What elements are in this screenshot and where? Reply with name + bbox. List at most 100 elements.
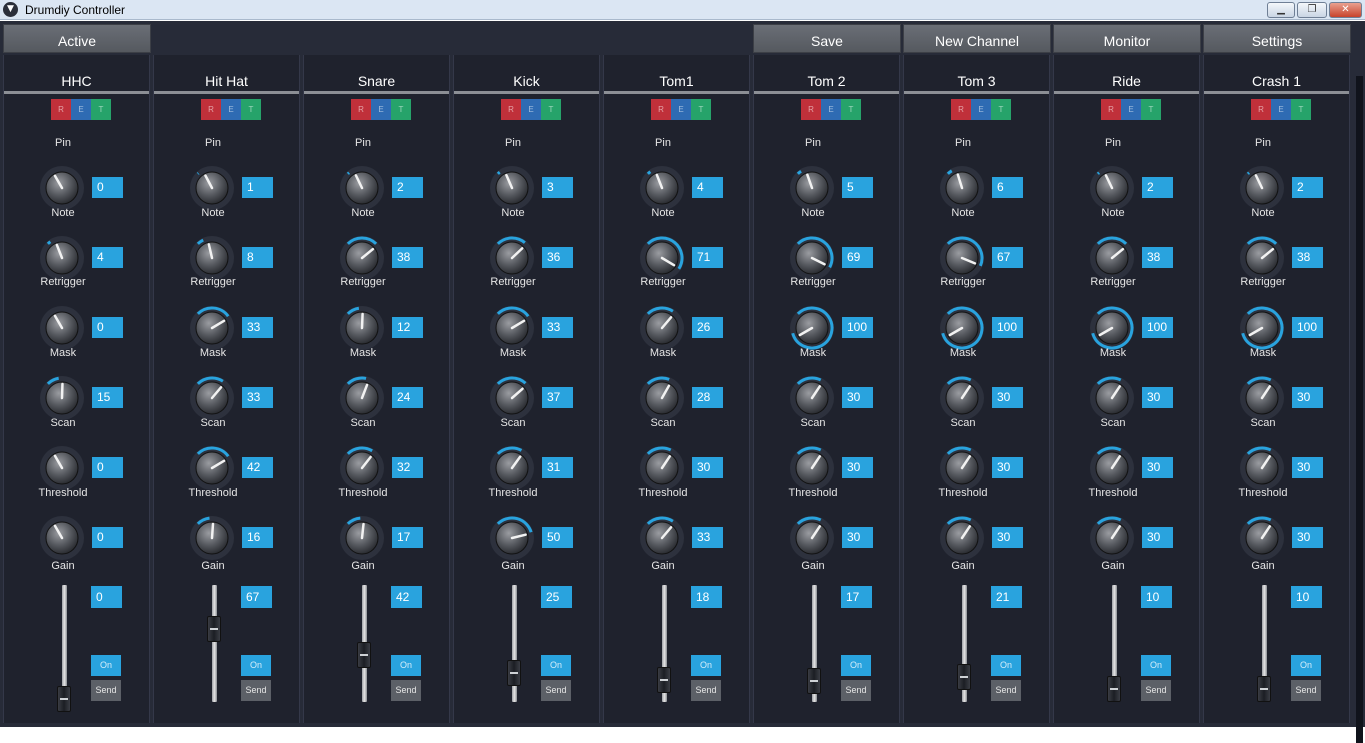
mask-knob[interactable] (939, 375, 985, 421)
threshold-value[interactable]: 17 (392, 527, 423, 548)
mask-value[interactable]: 30 (992, 387, 1023, 408)
threshold-knob[interactable] (639, 515, 685, 561)
note-knob[interactable] (1089, 235, 1135, 281)
on-button[interactable]: On (1141, 655, 1171, 676)
mask-knob[interactable] (1089, 375, 1135, 421)
retrigger-value[interactable]: 0 (92, 317, 123, 338)
note-knob[interactable] (339, 235, 385, 281)
retrigger-value[interactable]: 26 (692, 317, 723, 338)
mask-knob[interactable] (339, 375, 385, 421)
rgb-button-e[interactable]: E (521, 99, 541, 120)
pin-knob[interactable] (639, 165, 685, 211)
note-knob[interactable] (939, 235, 985, 281)
mask-value[interactable]: 33 (242, 387, 273, 408)
rgb-button-e[interactable]: E (671, 99, 691, 120)
threshold-knob[interactable] (1239, 515, 1285, 561)
pin-value[interactable]: 0 (92, 177, 123, 198)
rgb-button-r[interactable]: R (501, 99, 521, 120)
scan-value[interactable]: 30 (992, 457, 1023, 478)
pin-knob[interactable] (1239, 165, 1285, 211)
mask-value[interactable]: 24 (392, 387, 423, 408)
threshold-knob[interactable] (789, 515, 835, 561)
gain-slider-thumb[interactable] (207, 616, 221, 642)
on-button[interactable]: On (1291, 655, 1321, 676)
rgb-button-t[interactable]: T (991, 99, 1011, 120)
send-button[interactable]: Send (841, 680, 871, 701)
rgb-button-t[interactable]: T (691, 99, 711, 120)
on-button[interactable]: On (841, 655, 871, 676)
send-button[interactable]: Send (991, 680, 1021, 701)
scan-knob[interactable] (489, 445, 535, 491)
threshold-value[interactable]: 30 (842, 527, 873, 548)
pin-value[interactable]: 5 (842, 177, 873, 198)
scan-knob[interactable] (789, 445, 835, 491)
rgb-button-t[interactable]: T (91, 99, 111, 120)
pin-value[interactable]: 2 (1142, 177, 1173, 198)
rgb-button-e[interactable]: E (1121, 99, 1141, 120)
pin-knob[interactable] (939, 165, 985, 211)
scan-knob[interactable] (1239, 445, 1285, 491)
new-channel-button[interactable]: New Channel (903, 24, 1051, 53)
scan-value[interactable]: 30 (692, 457, 723, 478)
rgb-button-t[interactable]: T (241, 99, 261, 120)
send-button[interactable]: Send (1141, 680, 1171, 701)
gain-value[interactable]: 25 (541, 586, 572, 608)
rgb-button-t[interactable]: T (1291, 99, 1311, 120)
mask-knob[interactable] (489, 375, 535, 421)
mask-value[interactable]: 30 (842, 387, 873, 408)
retrigger-knob[interactable] (789, 305, 835, 351)
gain-slider-thumb[interactable] (957, 664, 971, 690)
retrigger-knob[interactable] (489, 305, 535, 351)
gain-slider-thumb[interactable] (657, 667, 671, 693)
threshold-knob[interactable] (189, 515, 235, 561)
mask-knob[interactable] (639, 375, 685, 421)
pin-knob[interactable] (39, 165, 85, 211)
threshold-value[interactable]: 30 (1142, 527, 1173, 548)
vertical-scrollbar[interactable] (1356, 76, 1363, 743)
note-value[interactable]: 67 (992, 247, 1023, 268)
rgb-button-t[interactable]: T (541, 99, 561, 120)
gain-slider-thumb[interactable] (1257, 676, 1271, 702)
scan-knob[interactable] (1089, 445, 1135, 491)
rgb-button-e[interactable]: E (71, 99, 91, 120)
retrigger-knob[interactable] (39, 305, 85, 351)
gain-value[interactable]: 42 (391, 586, 422, 608)
retrigger-knob[interactable] (339, 305, 385, 351)
on-button[interactable]: On (991, 655, 1021, 676)
scan-value[interactable]: 32 (392, 457, 423, 478)
on-button[interactable]: On (91, 655, 121, 676)
retrigger-value[interactable]: 33 (542, 317, 573, 338)
pin-value[interactable]: 1 (242, 177, 273, 198)
active-button[interactable]: Active (3, 24, 151, 53)
retrigger-value[interactable]: 100 (1142, 317, 1173, 338)
pin-value[interactable]: 4 (692, 177, 723, 198)
note-knob[interactable] (639, 235, 685, 281)
close-button[interactable]: ✕ (1329, 2, 1362, 18)
note-value[interactable]: 38 (392, 247, 423, 268)
rgb-button-r[interactable]: R (201, 99, 221, 120)
gain-slider-thumb[interactable] (1107, 676, 1121, 702)
mask-knob[interactable] (189, 375, 235, 421)
gain-value[interactable]: 67 (241, 586, 272, 608)
send-button[interactable]: Send (541, 680, 571, 701)
rgb-button-r[interactable]: R (1251, 99, 1271, 120)
retrigger-value[interactable]: 100 (1292, 317, 1323, 338)
mask-knob[interactable] (789, 375, 835, 421)
note-knob[interactable] (189, 235, 235, 281)
send-button[interactable]: Send (1291, 680, 1321, 701)
gain-slider-thumb[interactable] (507, 660, 521, 686)
rgb-button-r[interactable]: R (51, 99, 71, 120)
rgb-button-r[interactable]: R (351, 99, 371, 120)
threshold-knob[interactable] (489, 515, 535, 561)
retrigger-knob[interactable] (639, 305, 685, 351)
rgb-button-r[interactable]: R (951, 99, 971, 120)
threshold-value[interactable]: 0 (92, 527, 123, 548)
gain-value[interactable]: 18 (691, 586, 722, 608)
rgb-button-r[interactable]: R (801, 99, 821, 120)
threshold-knob[interactable] (39, 515, 85, 561)
mask-knob[interactable] (1239, 375, 1285, 421)
rgb-button-e[interactable]: E (1271, 99, 1291, 120)
on-button[interactable]: On (391, 655, 421, 676)
send-button[interactable]: Send (241, 680, 271, 701)
send-button[interactable]: Send (91, 680, 121, 701)
